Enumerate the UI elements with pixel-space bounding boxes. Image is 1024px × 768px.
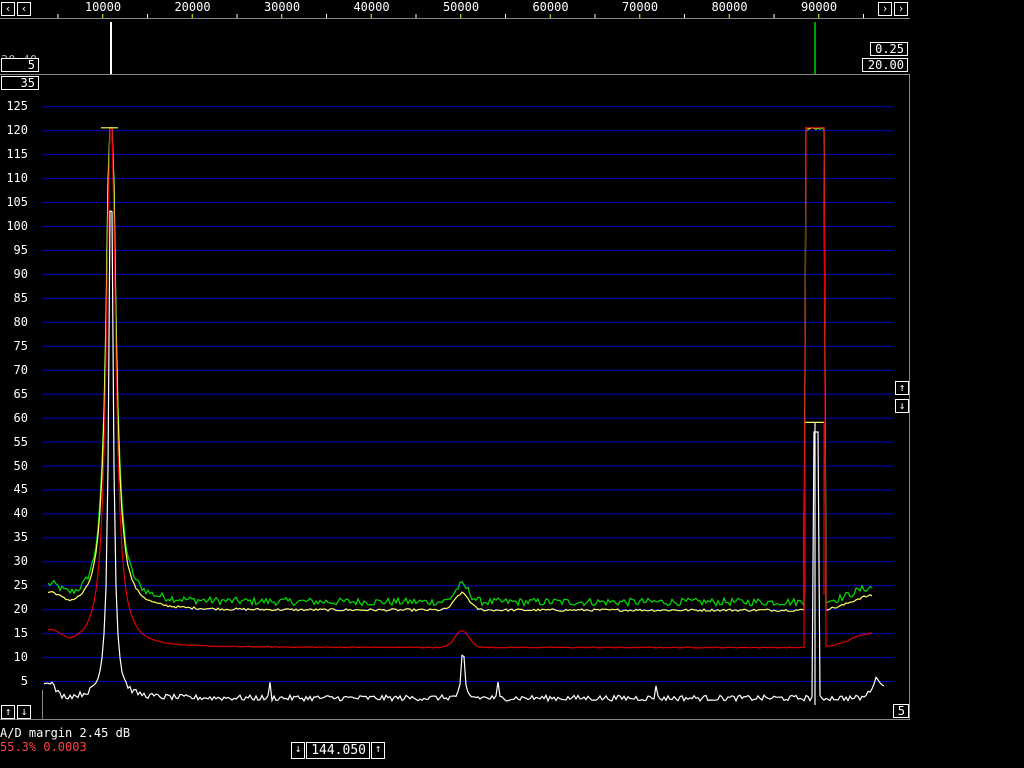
bottom-up-button[interactable]: ↑ [1,705,15,719]
bottom-down-button[interactable]: ↓ [17,705,31,719]
yellow-trace [47,127,873,613]
cpu-load-text: 55.3% 0.0003 [0,740,87,754]
freq-down-button[interactable]: ↓ [291,742,305,759]
arrow-up-icon: ↑ [374,742,382,755]
arrow-down-icon: ↓ [898,399,906,412]
ad-margin-text: A/D margin 2.45 dB [0,726,131,740]
frequency-value-box[interactable]: 144.050 [306,742,370,759]
arrow-up-icon: ↑ [4,705,12,718]
scale-down-button[interactable]: ↓ [895,399,909,413]
spectrum-bottom-right-value[interactable]: 5 [893,704,909,718]
arrow-down-icon: ↓ [294,742,302,755]
arrow-down-icon: ↓ [20,705,28,718]
spectrum-plot [42,14,893,720]
white-trace [43,210,885,703]
freq-up-button[interactable]: ↑ [371,742,385,759]
arrow-up-icon: ↑ [898,381,906,394]
red-trace [47,127,873,649]
scale-up-button[interactable]: ↑ [895,381,909,395]
green-trace [47,126,873,608]
